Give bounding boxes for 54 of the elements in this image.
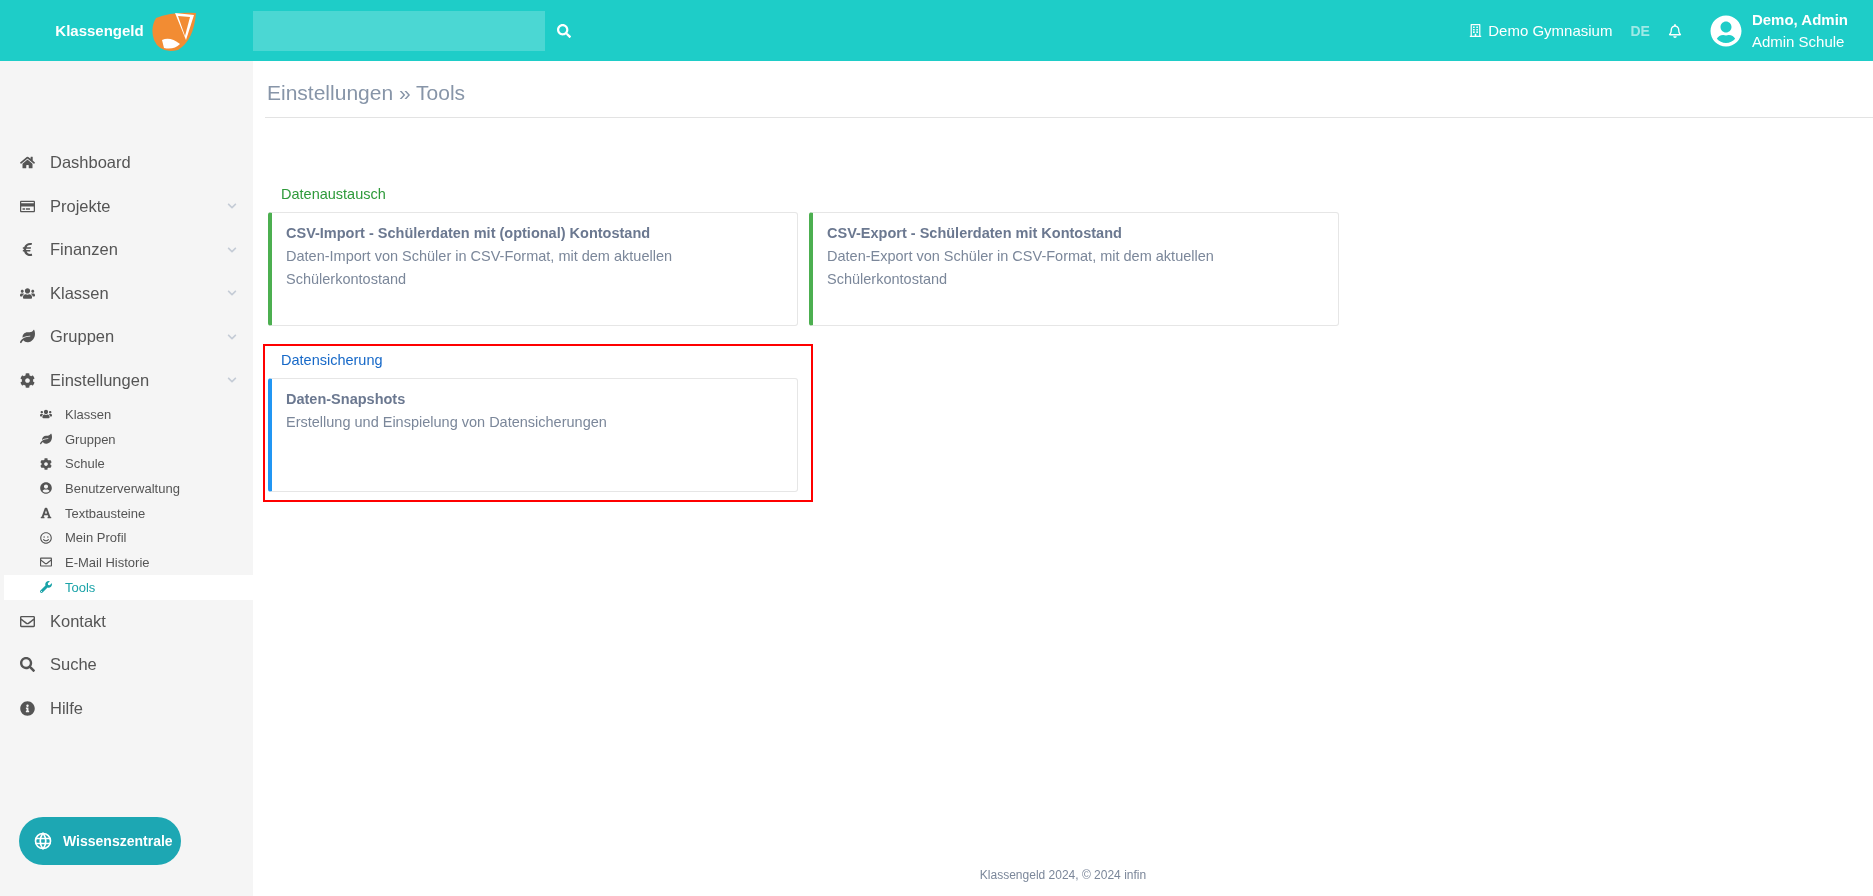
card-title: CSV-Import - Schülerdaten mit (optional) Kontostand xyxy=(286,225,652,241)
sidebar-item[interactable]: Kontakt xyxy=(0,599,253,643)
sidebar-item[interactable]: Einstellungen xyxy=(0,358,253,402)
bell-icon[interactable] xyxy=(1667,23,1682,38)
nav-icon xyxy=(18,700,36,716)
submenu-item[interactable]: Mein Profil xyxy=(4,525,253,551)
nav-icon xyxy=(18,155,36,171)
nav-icon xyxy=(40,507,52,520)
breadcrumb: Einstellungen » Tools xyxy=(266,80,467,106)
nav-icon xyxy=(40,433,52,446)
card-description: Daten-Import von Schüler in CSV-Format, mit dem aktuellen Schülerkontostand xyxy=(286,247,673,290)
submenu-item[interactable]: Schule xyxy=(4,451,253,477)
nav-icon xyxy=(40,531,52,544)
sidebar-item[interactable]: Hilfe xyxy=(0,686,253,730)
sidebar-item[interactable]: Klassen xyxy=(0,271,253,315)
chevron-icon xyxy=(227,244,237,255)
card-description: Erstellung und Einspielung von Datensicherungen xyxy=(286,413,608,432)
sidebar-item[interactable]: Dashboard xyxy=(0,141,253,185)
submenu-item[interactable]: Klassen xyxy=(4,402,253,427)
nav-icon xyxy=(18,285,36,301)
sidebar-item[interactable]: Finanzen xyxy=(0,228,253,272)
nav-icon xyxy=(18,657,36,673)
submenu-item[interactable]: Benutzerverwaltung xyxy=(4,476,253,501)
nav-icon xyxy=(18,329,36,345)
sidebar-item[interactable]: Projekte xyxy=(0,184,253,228)
tool-card[interactable]: CSV-Import - Schülerdaten mit (optional) Kontostand Daten-Import von Schüler in CSV-Format, mit dem aktuellen Schülerkontostand xyxy=(268,212,798,326)
globe-icon xyxy=(33,831,53,851)
nav-icon xyxy=(18,372,36,388)
nav-icon xyxy=(40,581,52,594)
search-icon xyxy=(557,23,571,38)
section-title: Datensicherung xyxy=(281,352,384,368)
tool-card[interactable]: CSV-Export - Schülerdaten mit Kontostand Daten-Export von Schüler in CSV-Format, mit dem aktuellen Schülerkontostand xyxy=(809,212,1339,326)
nav-icon xyxy=(18,198,36,214)
search-field[interactable] xyxy=(253,10,545,51)
nav-icon xyxy=(40,408,52,421)
avatar-icon[interactable] xyxy=(1709,14,1742,47)
tool-card[interactable]: Daten-Snapshots Erstellung und Einspielung von Datensicherungen xyxy=(268,378,798,492)
building-icon xyxy=(1469,24,1483,37)
nav-icon xyxy=(40,556,52,569)
section-title: Datenaustausch xyxy=(281,186,387,202)
user-role: Admin Schule xyxy=(1751,33,1846,50)
nav-icon xyxy=(40,457,52,470)
sidebar-item[interactable]: Suche xyxy=(0,643,253,687)
card-title: Daten-Snapshots xyxy=(286,391,407,407)
sidebar-item[interactable]: Gruppen xyxy=(0,315,253,359)
footer-text: Klassengeld 2024, © 2024 infin xyxy=(979,868,1147,882)
chevron-icon xyxy=(227,331,237,342)
submenu-item[interactable]: Textbausteine xyxy=(4,500,253,526)
nav-icon xyxy=(18,613,36,629)
card-description: Daten-Export von Schüler in CSV-Format, mit dem aktuellen Schülerkontostand xyxy=(827,247,1215,290)
card-title: CSV-Export - Schülerdaten mit Kontostand xyxy=(827,225,1123,241)
submenu-item[interactable]: Gruppen xyxy=(4,426,253,452)
submenu-item[interactable]: E-Mail Historie xyxy=(4,550,253,575)
nav-icon xyxy=(40,482,52,495)
